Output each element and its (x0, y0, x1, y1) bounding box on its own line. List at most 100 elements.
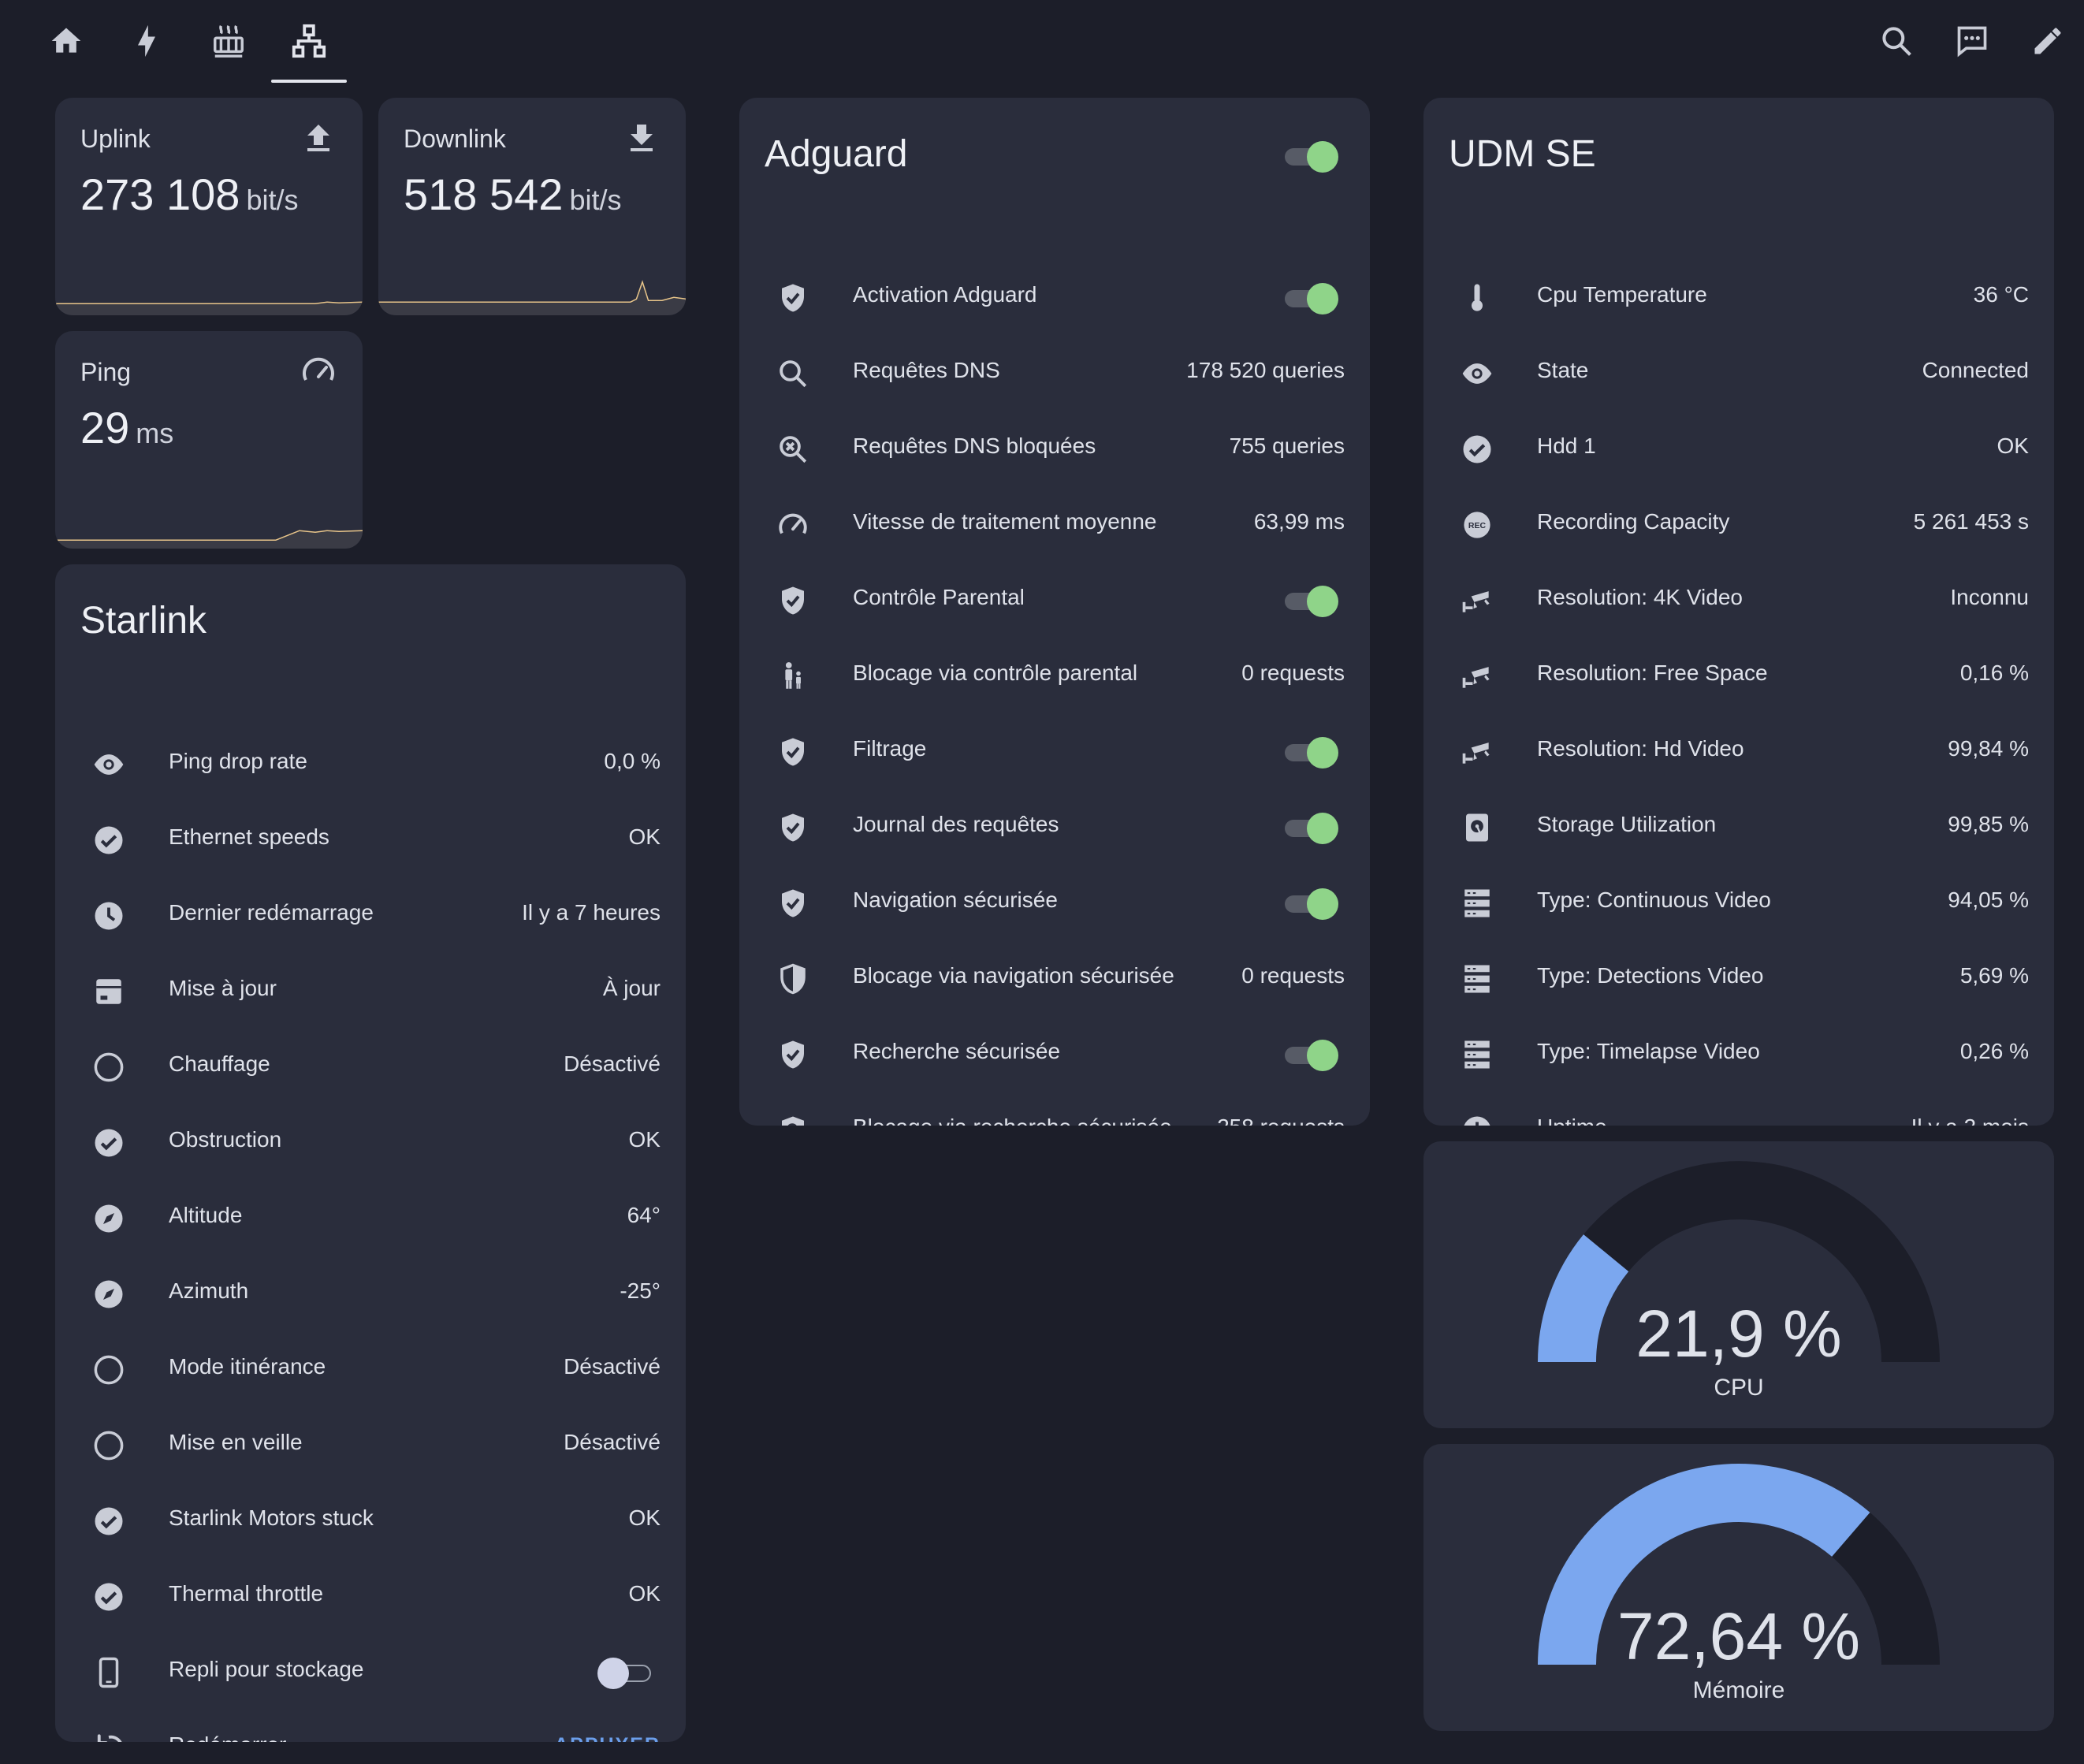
adguard-row-recherche-securisee[interactable]: Recherche sécurisée (739, 1017, 1370, 1092)
adguard-master-toggle[interactable] (1282, 137, 1338, 175)
shield-half-icon (774, 960, 812, 998)
udm-se-title: UDM SE (1449, 133, 1596, 175)
navigation-securisee-toggle[interactable] (1282, 884, 1338, 922)
row-label: Resolution: 4K Video (1537, 585, 1743, 609)
udm-row-resolution-free-space[interactable]: Resolution: Free Space 0,16 % (1423, 638, 2054, 714)
row-value: 0 requests (1241, 963, 1345, 988)
memory-gauge-label: Mémoire (1692, 1677, 1785, 1703)
starlink-row-repli-pour-stockage[interactable]: Repli pour stockage (55, 1635, 686, 1710)
activation-adguard-toggle[interactable] (1282, 279, 1338, 317)
starlink-row-starlink-motors-stuck[interactable]: Starlink Motors stuck OK (55, 1483, 686, 1559)
starlink-row-azimuth[interactable]: Azimuth -25° (55, 1256, 686, 1332)
adguard-row-requetes-dns[interactable]: Requêtes DNS 178 520 queries (739, 336, 1370, 411)
downlink-card[interactable]: Downlink 518 542 bit/s (378, 98, 686, 315)
row-value: Il y a 2 mois (1911, 1115, 2029, 1126)
adguard-row-blocage-via-recherche-securisee[interactable]: Blocage via recherche sécurisée 258 reque… (739, 1092, 1370, 1126)
row-label: Ethernet speeds (169, 824, 329, 849)
adguard-row-filtrage[interactable]: Filtrage (739, 714, 1370, 790)
adguard-row-requetes-dns-bloquees[interactable]: Requêtes DNS bloquées 755 queries (739, 411, 1370, 487)
ping-value: 29 ms (80, 403, 174, 452)
check-circle-icon (90, 1502, 128, 1540)
assist-chat-icon[interactable] (1947, 16, 1997, 66)
udm-row-uptime[interactable]: Uptime Il y a 2 mois (1423, 1092, 2054, 1126)
circle-outline-icon (90, 1048, 128, 1086)
row-label: Chauffage (169, 1051, 270, 1076)
adguard-row-navigation-securisee[interactable]: Navigation sécurisée (739, 865, 1370, 941)
lightning-bolt-icon[interactable] (121, 16, 172, 66)
thermometer-icon (1458, 279, 1496, 317)
starlink-row-altitude[interactable]: Altitude 64° (55, 1181, 686, 1256)
udm-row-type-timelapse-video[interactable]: Type: Timelapse Video 0,26 % (1423, 1017, 2054, 1092)
package-icon (90, 973, 128, 1010)
adguard-row-controle-parental[interactable]: Contrôle Parental (739, 563, 1370, 638)
row-value: Désactivé (564, 1354, 661, 1379)
udm-row-storage-utilization[interactable]: Storage Utilization 99,85 % (1423, 790, 2054, 865)
repli-pour-stockage-toggle[interactable] (597, 1654, 654, 1691)
recherche-securisee-toggle[interactable] (1282, 1036, 1338, 1074)
home-icon[interactable] (41, 16, 91, 66)
starlink-row-thermal-throttle[interactable]: Thermal throttle OK (55, 1559, 686, 1635)
shield-check-icon (774, 1036, 812, 1074)
row-value: OK (628, 1581, 661, 1606)
server-icon (1458, 960, 1496, 998)
starlink-row-mode-itinerance[interactable]: Mode itinérance Désactivé (55, 1332, 686, 1408)
row-label: Contrôle Parental (853, 585, 1025, 609)
adguard-row-activation-adguard[interactable]: Activation Adguard (739, 260, 1370, 336)
server-icon (1458, 1036, 1496, 1074)
upload-icon (300, 120, 337, 158)
check-circle-icon (90, 1124, 128, 1162)
row-label: Resolution: Free Space (1537, 661, 1768, 685)
controle-parental-toggle[interactable] (1282, 582, 1338, 620)
shield-check-icon (774, 884, 812, 922)
search-icon[interactable] (1871, 16, 1922, 66)
network-icon[interactable] (284, 16, 334, 66)
udm-row-state[interactable]: State Connected (1423, 336, 2054, 411)
cctv-icon (1458, 657, 1496, 695)
row-value: 63,99 ms (1253, 509, 1345, 534)
row-label: Journal des requêtes (853, 812, 1059, 836)
row-label: Mode itinérance (169, 1354, 326, 1379)
adguard-row-journal-des-requetes[interactable]: Journal des requêtes (739, 790, 1370, 865)
starlink-row-ethernet-speeds[interactable]: Ethernet speeds OK (55, 802, 686, 878)
memory-gauge-card[interactable]: 72,64 % Mémoire (1423, 1444, 2054, 1731)
row-label: Type: Continuous Video (1537, 888, 1771, 912)
starlink-row-ping-drop-rate[interactable]: Ping drop rate 0,0 % (55, 727, 686, 802)
starlink-row-chauffage[interactable]: Chauffage Désactivé (55, 1029, 686, 1105)
udm-row-type-detections-video[interactable]: Type: Detections Video 5,69 % (1423, 941, 2054, 1017)
pencil-edit-icon[interactable] (2023, 16, 2073, 66)
filtrage-toggle[interactable] (1282, 733, 1338, 771)
journal-des-requetes-toggle[interactable] (1282, 809, 1338, 847)
uplink-value: 273 108 bit/s (80, 169, 299, 219)
udm-row-resolution-4k-video[interactable]: Resolution: 4K Video Inconnu (1423, 563, 2054, 638)
check-circle-icon (90, 1578, 128, 1616)
starlink-row-obstruction[interactable]: Obstruction OK (55, 1105, 686, 1181)
radiator-icon[interactable] (203, 16, 254, 66)
shield-check-icon (774, 582, 812, 620)
starlink-row-dernier-redemarrage[interactable]: Dernier redémarrage Il y a 7 heures (55, 878, 686, 954)
cctv-icon (1458, 582, 1496, 620)
udm-row-type-continuous-video[interactable]: Type: Continuous Video 94,05 % (1423, 865, 2054, 941)
udm-row-hdd-1[interactable]: Hdd 1 OK (1423, 411, 2054, 487)
row-value: OK (628, 1505, 661, 1530)
starlink-title: Starlink (80, 600, 207, 642)
udm-row-cpu-temperature[interactable]: Cpu Temperature 36 °C (1423, 260, 2054, 336)
uplink-card[interactable]: Uplink 273 108 bit/s (55, 98, 363, 315)
press-button[interactable]: APPUYER (554, 1734, 661, 1742)
row-label: Mise à jour (169, 976, 277, 1000)
cctv-icon (1458, 733, 1496, 771)
adguard-row-blocage-via-controle-parental[interactable]: Blocage via contrôle parental 0 requests (739, 638, 1370, 714)
starlink-row-redemarrer[interactable]: Redémarrer APPUYER (55, 1710, 686, 1742)
starlink-row-mise-a-jour[interactable]: Mise à jour À jour (55, 954, 686, 1029)
cpu-gauge-card[interactable]: 21,9 % CPU (1423, 1141, 2054, 1428)
row-label: State (1537, 358, 1589, 382)
udm-row-resolution-hd-video[interactable]: Resolution: Hd Video 99,84 % (1423, 714, 2054, 790)
memory-gauge-value: 72,64 % (1617, 1599, 1861, 1673)
ping-card[interactable]: Ping 29 ms (55, 331, 363, 549)
row-value: 0,16 % (1959, 661, 2029, 685)
cellphone-icon (90, 1654, 128, 1691)
adguard-row-blocage-via-navigation-securisee[interactable]: Blocage via navigation sécurisée 0 reques… (739, 941, 1370, 1017)
adguard-row-vitesse-de-traitement-moyenne[interactable]: Vitesse de traitement moyenne 63,99 ms (739, 487, 1370, 563)
human-child-icon (774, 657, 812, 695)
udm-row-recording-capacity[interactable]: REC Recording Capacity 5 261 453 s (1423, 487, 2054, 563)
starlink-row-mise-en-veille[interactable]: Mise en veille Désactivé (55, 1408, 686, 1483)
